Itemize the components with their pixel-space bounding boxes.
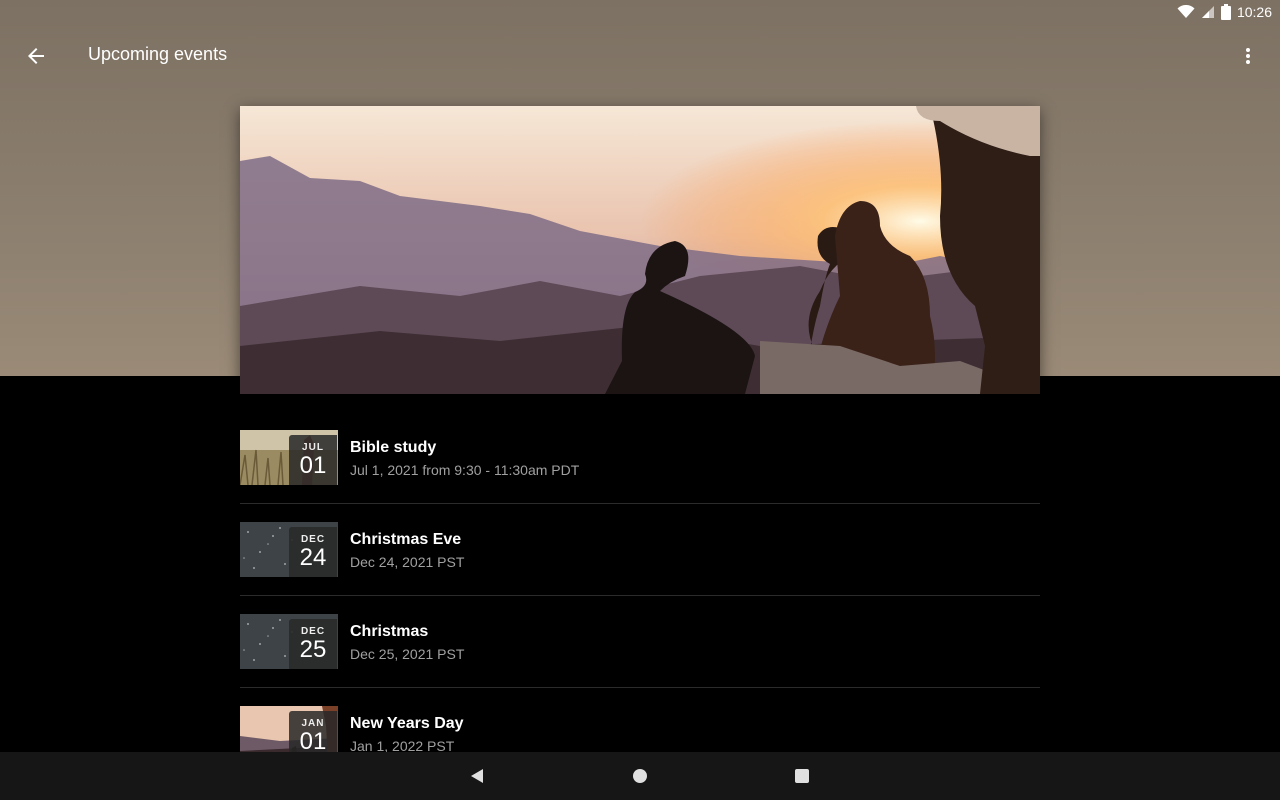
sunset-mountain-photo [240, 106, 1040, 394]
back-button[interactable] [18, 38, 54, 74]
event-thumbnail: JUL 01 [240, 430, 338, 485]
event-item-christmas-eve[interactable]: DEC 24 Christmas Eve Dec 24, 2021 PST [240, 504, 1040, 596]
nav-home-button[interactable] [624, 760, 656, 792]
hero-image [240, 106, 1040, 394]
event-list: JUL 01 Bible study Jul 1, 2021 from 9:30… [240, 412, 1040, 779]
back-arrow-icon [28, 48, 44, 64]
event-item-bible-study[interactable]: JUL 01 Bible study Jul 1, 2021 from 9:30… [240, 412, 1040, 504]
system-nav-bar [0, 752, 1280, 800]
date-badge: DEC 24 [289, 527, 337, 577]
date-day: 01 [299, 452, 327, 479]
event-thumbnail: DEC 25 [240, 614, 338, 669]
status-icons: 10:26 [1177, 4, 1272, 20]
event-item-christmas[interactable]: DEC 25 Christmas Dec 25, 2021 PST [240, 596, 1040, 688]
event-title: New Years Day [350, 715, 464, 732]
more-options-button[interactable] [1230, 38, 1266, 74]
event-title: Bible study [350, 439, 437, 456]
page-title: Upcoming events [88, 44, 228, 64]
event-title: Christmas [350, 623, 429, 640]
more-vert-icon [1246, 48, 1250, 64]
nav-back-icon [471, 769, 483, 783]
signal-icon [1201, 6, 1214, 18]
status-time: 10:26 [1236, 4, 1272, 20]
nav-recents-button[interactable] [786, 760, 818, 792]
nav-home-icon [633, 769, 647, 783]
nav-recents-icon [795, 769, 809, 783]
event-title: Christmas Eve [350, 531, 462, 548]
status-bar: 10:26 [0, 0, 1280, 24]
date-day: 24 [299, 544, 327, 571]
date-day: 25 [299, 636, 327, 663]
event-thumbnail: DEC 24 [240, 522, 338, 577]
date-badge: DEC 25 [289, 619, 337, 669]
event-date: Dec 25, 2021 PST [350, 646, 465, 662]
event-date: Dec 24, 2021 PST [350, 554, 465, 570]
battery-icon [1220, 4, 1231, 20]
nav-back-button[interactable] [461, 760, 493, 792]
app-bar: Upcoming events [0, 24, 1280, 88]
date-badge: JUL 01 [289, 435, 337, 485]
wifi-icon [1177, 5, 1195, 18]
event-date: Jul 1, 2021 from 9:30 - 11:30am PDT [350, 462, 580, 478]
date-day: 01 [299, 728, 327, 755]
